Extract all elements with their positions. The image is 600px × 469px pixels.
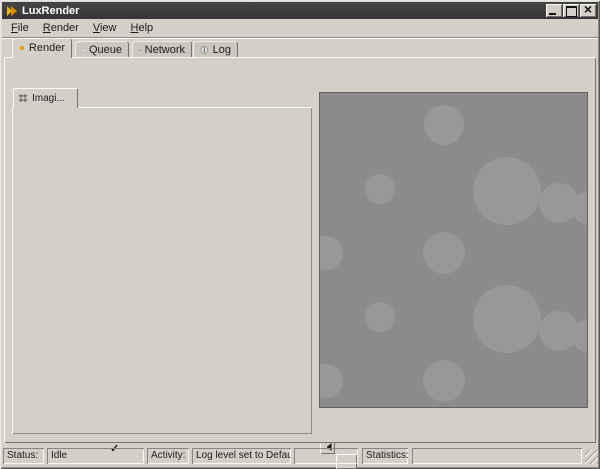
- statistics-value: [412, 448, 582, 464]
- close-button[interactable]: [580, 1, 596, 17]
- menu-view[interactable]: View: [86, 20, 124, 36]
- render-blob: [473, 157, 541, 225]
- queue-tab-icon: [82, 48, 85, 51]
- render-blob: [365, 174, 395, 204]
- render-blob: [424, 105, 464, 145]
- maximize-button[interactable]: [563, 4, 579, 17]
- tab-queue[interactable]: Queue: [75, 41, 129, 58]
- imaging-tab-icon: [18, 93, 28, 103]
- panel-tab-imaging[interactable]: Imagi...: [13, 88, 78, 108]
- render-tab-icon: [19, 45, 25, 51]
- menu-file[interactable]: File: [4, 20, 36, 36]
- status-label: Status:: [3, 448, 44, 464]
- menu-render[interactable]: Render: [36, 20, 86, 36]
- activity-value: Log level set to Default: [192, 448, 291, 464]
- tab-render[interactable]: Render: [12, 38, 72, 58]
- activity-label: Activity:: [147, 448, 189, 464]
- network-tab-icon: [139, 48, 141, 51]
- app-window: LuxRender File Render View Help Render Q…: [0, 0, 600, 469]
- render-blob: [473, 285, 541, 353]
- menu-help[interactable]: Help: [124, 20, 161, 36]
- log-tab-icon: [200, 45, 209, 54]
- app-logo-icon: [6, 5, 18, 17]
- resize-grip[interactable]: [585, 450, 598, 464]
- render-blob: [423, 232, 465, 274]
- tab-log[interactable]: Log: [193, 41, 238, 58]
- statusbar-extra-field: [294, 448, 358, 464]
- render-blob: [365, 302, 395, 332]
- render-blob: [320, 236, 343, 270]
- menu-bar: File Render View Help: [2, 19, 598, 37]
- statistics-label: Statistics:: [362, 448, 408, 464]
- render-blob: [320, 364, 343, 398]
- render-blob: [423, 360, 465, 402]
- title-bar[interactable]: LuxRender: [2, 1, 598, 19]
- panel-frame: [12, 107, 312, 434]
- minimize-button[interactable]: [546, 4, 562, 17]
- status-value: Idle: [47, 448, 144, 464]
- window-title: LuxRender: [22, 4, 80, 17]
- render-canvas[interactable]: [319, 92, 588, 408]
- tab-network[interactable]: Network: [132, 41, 192, 58]
- menu-separator: [2, 37, 598, 39]
